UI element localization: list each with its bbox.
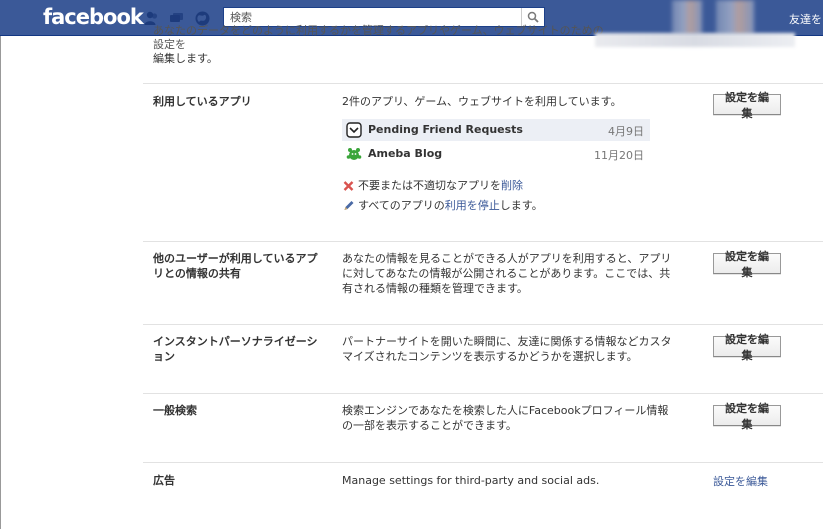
section-divider: [143, 83, 823, 84]
ads-edit-settings-link[interactable]: 設定を編集: [713, 473, 768, 489]
facebook-logo[interactable]: facebook: [43, 5, 144, 29]
intro-line-2: 編集します。: [153, 52, 218, 65]
friends-apps-edit-settings-button[interactable]: 設定を編集: [713, 250, 781, 279]
app-name[interactable]: Ameba Blog: [368, 147, 442, 160]
instant-personalization-label-line-1: インスタントパーソナライゼーシ: [153, 335, 318, 348]
section-divider: [143, 393, 823, 394]
public-search-desc-line-2: の一部を表示することができます。: [342, 419, 517, 432]
apps-section-label: 利用しているアプリ: [153, 95, 252, 108]
page-left-border: [0, 36, 1, 529]
intro-line-1: あなたのデータをどのように利用するかを管理するアプリやゲーム、ウェブサイトのため…: [153, 24, 604, 51]
instant-personalization-desc-line-1: パートナーサイトを開いた瞬間に、友達に関係する情報などカスタ: [342, 335, 672, 348]
friends-apps-desc-line-2: に対してあなたの情報が公開されることがあります。ここでは、共: [342, 267, 671, 280]
friends-apps-desc-line-1: あなたの情報を見ることができる人がアプリを利用すると、アプリ: [342, 252, 672, 265]
ameba-icon: [346, 148, 362, 160]
stop-apps-link[interactable]: 利用を停止: [445, 199, 500, 212]
public-search-edit-settings-button[interactable]: 設定を編集: [713, 402, 781, 431]
instant-personalization-desc-line-2: マイズされたコンテンツを表示するかどうかを選択します。: [342, 350, 638, 363]
ads-label: 広告: [153, 474, 175, 487]
friends-apps-section-label: 他のユーザーが利用しているアプ リとの情報の共有: [153, 251, 317, 281]
public-search-desc: 検索エンジンであなたを検索した人にFacebookプロフィール情報 の一部を表示…: [342, 403, 668, 433]
app-row-pending-friend-requests[interactable]: Pending Friend Requests 4月9日: [342, 119, 650, 141]
instant-personalization-edit-settings-button[interactable]: 設定を編集: [713, 333, 781, 362]
stop-apps-action: すべてのアプリの利用を停止します。: [342, 197, 543, 213]
find-friends-link[interactable]: 友達を: [789, 11, 822, 27]
section-divider: [143, 241, 823, 242]
friends-apps-section-desc: あなたの情報を見ることができる人がアプリを利用すると、アプリ に対してあなたの情…: [342, 251, 671, 296]
intro-text: あなたのデータをどのように利用するかを管理するアプリやゲーム、ウェブサイトのため…: [153, 24, 613, 66]
ads-desc: Manage settings for third-party and soci…: [342, 474, 600, 487]
friends-apps-label-line-1: 他のユーザーが利用しているアプ: [153, 252, 318, 265]
pending-requests-icon: [346, 122, 362, 138]
blurred-profile-area: [672, 0, 702, 35]
remove-apps-link[interactable]: 削除: [501, 179, 523, 192]
section-divider: [143, 324, 823, 325]
remove-apps-action: 不要または不適切なアプリを削除: [342, 177, 523, 193]
instant-personalization-label-line-2: ョン: [153, 350, 175, 363]
blurred-profile-name: [716, 0, 754, 35]
remove-apps-text: 不要または不適切なアプリを: [358, 179, 501, 192]
app-last-used-date: 4月9日: [608, 125, 644, 138]
stop-apps-text-suffix: します。: [499, 199, 543, 212]
apps-edit-settings-button[interactable]: 設定を編集: [713, 91, 781, 120]
friends-apps-label-line-2: リとの情報の共有: [153, 267, 241, 280]
section-divider: [143, 462, 823, 463]
instant-personalization-label: インスタントパーソナライゼーシ ョン: [153, 334, 318, 364]
app-last-used-date: 11月20日: [594, 149, 644, 162]
app-row-ameba-blog[interactable]: Ameba Blog 11月20日: [342, 143, 650, 165]
public-search-label: 一般検索: [153, 404, 197, 417]
friends-apps-desc-line-3: 有される情報の種類を管理できます。: [342, 282, 528, 295]
app-name[interactable]: Pending Friend Requests: [368, 123, 523, 136]
stop-apps-text-prefix: すべてのアプリの: [358, 199, 445, 212]
search-icon: [527, 11, 539, 23]
public-search-desc-line-1: 検索エンジンであなたを検索した人にFacebookプロフィール情報: [342, 404, 669, 417]
instant-personalization-desc: パートナーサイトを開いた瞬間に、友達に関係する情報などカスタ マイズされたコンテ…: [342, 334, 671, 364]
apps-section-desc: 2件のアプリ、ゲーム、ウェブサイトを利用しています。: [342, 95, 622, 108]
red-x-icon: [343, 181, 354, 191]
pencil-icon: [344, 201, 354, 210]
blurred-overlay: [595, 33, 795, 47]
